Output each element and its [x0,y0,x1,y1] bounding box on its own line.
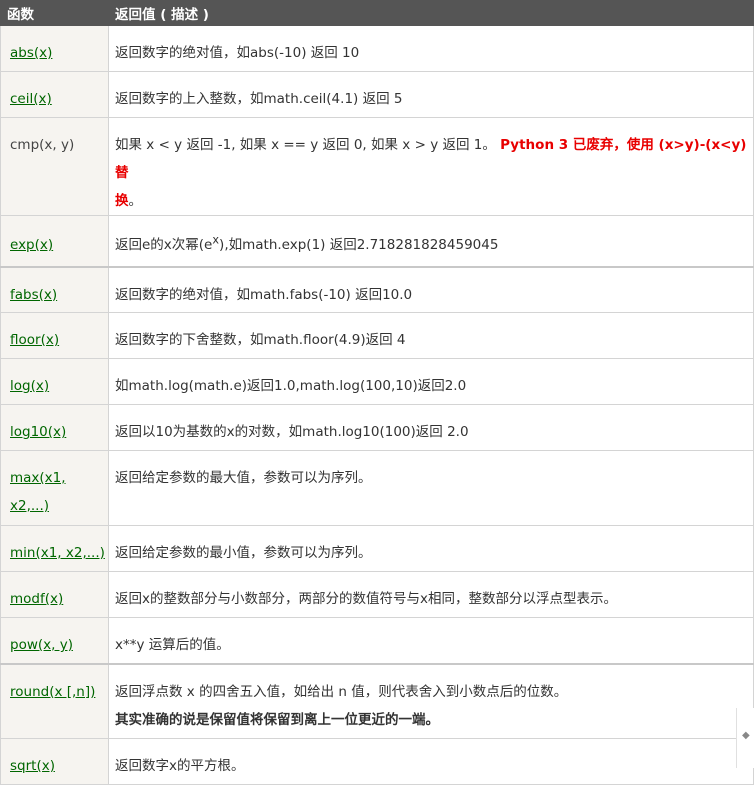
function-link-round[interactable]: round(x [,n]) [10,684,95,700]
function-link-ceil[interactable]: ceil(x) [10,91,52,107]
max-line2: x2,...) [10,498,50,514]
function-link-log10[interactable]: log10(x) [10,424,66,440]
table-row: cmp(x, y) 如果 x < y 返回 -1, 如果 x == y 返回 0… [0,117,754,216]
function-link-fabs[interactable]: fabs(x) [10,287,57,303]
function-cell: log(x) [0,358,109,405]
description-cell: 返回给定参数的最小值，参数可以为序列。 [108,525,754,572]
description-cell: 返回数字的绝对值，如math.fabs(-10) 返回10.0 [108,265,754,313]
description-cell: x**y 运算后的值。 [108,617,754,664]
table-row: abs(x) 返回数字的绝对值，如abs(-10) 返回 10 [0,25,754,72]
math-functions-table: 函数 返回值 ( 描述 ) abs(x) 返回数字的绝对值，如abs(-10) … [0,0,754,785]
description-cell: 返回e的x次幂(ex),如math.exp(1) 返回2.71828182845… [108,215,754,267]
description-cell: 返回x的整数部分与小数部分，两部分的数值符号与x相同，整数部分以浮点型表示。 [108,571,754,618]
table-row: pow(x, y) x**y 运算后的值。 [0,617,754,664]
table-row: sqrt(x) 返回数字x的平方根。 [0,738,754,785]
function-link-log[interactable]: log(x) [10,378,49,394]
function-link-sqrt[interactable]: sqrt(x) [10,758,55,774]
function-link-floor[interactable]: floor(x) [10,332,59,348]
function-name-cmp: cmp(x, y) [10,137,75,153]
table-row: round(x [,n]) 返回浮点数 x 的四舍五入值，如给出 n 值，则代表… [0,662,754,739]
function-cell: cmp(x, y) [0,117,109,216]
function-cell: max(x1, x2,...) [0,450,109,526]
function-link-max[interactable]: max(x1, x2,...) [10,470,66,514]
function-cell: floor(x) [0,312,109,359]
function-cell: fabs(x) [0,265,109,313]
description-cell: 如math.log(math.e)返回1.0,math.log(100,10)返… [108,358,754,405]
function-link-abs[interactable]: abs(x) [10,45,52,61]
round-note: 其实准确的说是保留值将保留到离上一位更近的一端。 [115,711,439,728]
function-cell: modf(x) [0,571,109,618]
table-row: min(x1, x2,...) 返回给定参数的最小值，参数可以为序列。 [0,525,754,572]
deprecation-note-tail: 。 [128,193,143,209]
description-cell: 返回以10为基数的x的对数，如math.log10(100)返回 2.0 [108,404,754,451]
exp-desc-post: ),如math.exp(1) 返回2.718281828459045 [219,237,499,253]
exp-desc-pre: 返回e的x次幂(e [115,237,213,253]
description-cell: 返回数字的绝对值，如abs(-10) 返回 10 [108,25,754,72]
deprecation-note-end: 换 [115,193,129,209]
description-cell: 返回数字x的平方根。 [108,738,754,785]
table-header-row: 函数 返回值 ( 描述 ) [0,0,754,26]
description-cell: 返回给定参数的最大值，参数可以为序列。 [108,450,754,526]
max-line1: max(x1, [10,470,66,486]
function-link-min[interactable]: min(x1, x2,...) [10,545,105,561]
function-cell: min(x1, x2,...) [0,525,109,572]
function-cell: pow(x, y) [0,617,109,664]
function-cell: exp(x) [0,215,109,267]
header-function: 函数 [0,0,109,26]
function-cell: abs(x) [0,25,109,72]
function-cell: round(x [,n]) [0,662,109,739]
table-row: log(x) 如math.log(math.e)返回1.0,math.log(1… [0,358,754,405]
function-link-modf[interactable]: modf(x) [10,591,63,607]
table-row: floor(x) 返回数字的下舍整数，如math.floor(4.9)返回 4 [0,312,754,359]
table-row: ceil(x) 返回数字的上入整数，如math.ceil(4.1) 返回 5 [0,71,754,118]
table-row: exp(x) 返回e的x次幂(ex),如math.exp(1) 返回2.7182… [0,215,754,267]
function-link-pow[interactable]: pow(x, y) [10,637,73,653]
description-cell: 返回浮点数 x 的四舍五入值，如给出 n 值，则代表舍入到小数点后的位数。 其实准… [108,662,754,739]
cmp-description: 如果 x < y 返回 -1, 如果 x == y 返回 0, 如果 x > y… [115,137,496,153]
round-description: 返回浮点数 x 的四舍五入值，如给出 n 值，则代表舍入到小数点后的位数。 [115,683,568,700]
scroll-to-top-widget[interactable]: ◆ [736,708,754,768]
table-row: fabs(x) 返回数字的绝对值，如math.fabs(-10) 返回10.0 [0,265,754,313]
scroll-icon: ◆ [742,730,750,741]
header-description: 返回值 ( 描述 ) [108,0,754,26]
function-link-exp[interactable]: exp(x) [10,237,53,253]
table-row: log10(x) 返回以10为基数的x的对数，如math.log10(100)返… [0,404,754,451]
function-cell: ceil(x) [0,71,109,118]
description-cell: 返回数字的上入整数，如math.ceil(4.1) 返回 5 [108,71,754,118]
description-cell: 如果 x < y 返回 -1, 如果 x == y 返回 0, 如果 x > y… [108,117,754,216]
function-cell: log10(x) [0,404,109,451]
function-cell: sqrt(x) [0,738,109,785]
description-cell: 返回数字的下舍整数，如math.floor(4.9)返回 4 [108,312,754,359]
table-row: modf(x) 返回x的整数部分与小数部分，两部分的数值符号与x相同，整数部分以… [0,571,754,618]
table-row: max(x1, x2,...) 返回给定参数的最大值，参数可以为序列。 [0,450,754,526]
